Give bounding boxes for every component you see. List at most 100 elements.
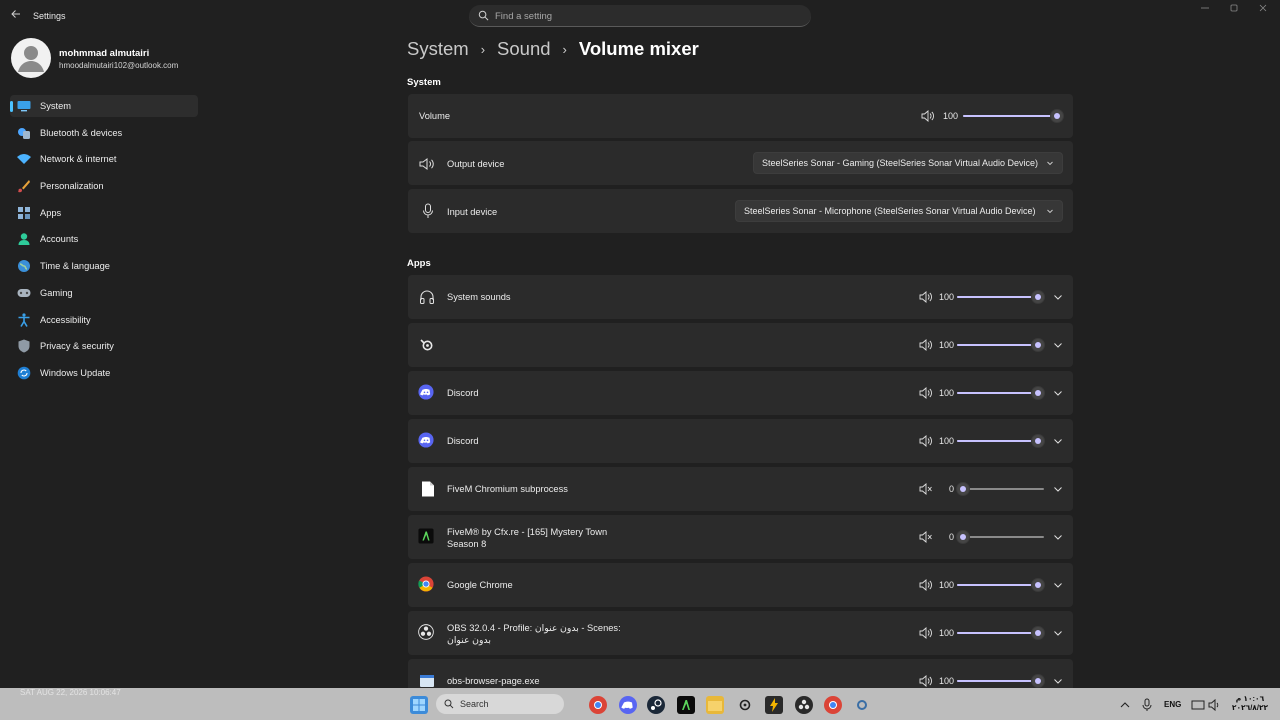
avatar[interactable] <box>11 38 51 78</box>
breadcrumb-sound[interactable]: Sound <box>497 38 551 60</box>
chevron-down-icon[interactable] <box>1052 435 1064 447</box>
chevron-down-icon[interactable] <box>1052 387 1064 399</box>
chevron-down-icon[interactable] <box>1052 627 1064 639</box>
app-volume-slider[interactable] <box>957 290 1044 304</box>
chevron-down-icon[interactable] <box>1052 339 1064 351</box>
app-name: Google Chrome <box>447 580 513 590</box>
tray-network[interactable] <box>1191 696 1205 714</box>
speaker-icon[interactable] <box>919 627 933 639</box>
app-volume-slider[interactable] <box>957 386 1044 400</box>
taskbar-discord[interactable] <box>619 696 637 714</box>
slider-thumb[interactable] <box>1032 291 1044 303</box>
sidebar-item-system[interactable]: System <box>10 95 198 117</box>
sidebar-item-apps[interactable]: Apps <box>10 202 198 224</box>
apps-icon <box>17 206 31 220</box>
app-volume-slider[interactable] <box>957 338 1044 352</box>
slider-thumb[interactable] <box>1032 435 1044 447</box>
slider-thumb[interactable] <box>1032 579 1044 591</box>
slider-thumb[interactable] <box>957 531 969 543</box>
tray-clock[interactable]: ١٠:٠٦ م ٢٠٢٦/٨/٢٢ <box>1230 694 1270 712</box>
maximize-button[interactable] <box>1227 4 1241 16</box>
speaker-icon[interactable] <box>919 435 933 447</box>
master-volume-slider[interactable] <box>963 109 1063 123</box>
search-icon <box>444 699 454 709</box>
volume-value: 100 <box>942 111 958 121</box>
app-volume-slider[interactable] <box>957 434 1044 448</box>
sidebar-item-accessibility[interactable]: Accessibility <box>10 309 198 331</box>
taskbar-search[interactable]: Search <box>436 694 564 714</box>
sidebar-item-accounts[interactable]: Accounts <box>10 228 198 250</box>
slider-track <box>957 536 1044 538</box>
chevron-down-icon[interactable] <box>1052 675 1064 687</box>
microphone-icon <box>1142 698 1152 711</box>
app-volume-slider[interactable] <box>957 482 1044 496</box>
speaker-icon[interactable] <box>919 339 933 351</box>
speaker-icon[interactable] <box>919 579 933 591</box>
speaker-icon[interactable] <box>919 675 933 687</box>
taskbar-settings[interactable] <box>853 696 871 714</box>
slider-thumb[interactable] <box>1032 387 1044 399</box>
output-device-dropdown[interactable]: SteelSeries Sonar - Gaming (SteelSeries … <box>753 152 1063 174</box>
sidebar-item-time-language[interactable]: Time & language <box>10 255 198 277</box>
update-icon <box>17 366 31 380</box>
sidebar-item-label: Apps <box>40 207 62 218</box>
steam-icon <box>651 699 662 710</box>
chevron-down-icon[interactable] <box>1052 291 1064 303</box>
app-volume-slider[interactable] <box>957 578 1044 592</box>
sidebar-item-privacy[interactable]: Privacy & security <box>10 335 198 357</box>
sidebar-item-label: Privacy & security <box>40 341 114 352</box>
sidebar-item-windows-update[interactable]: Windows Update <box>10 362 198 384</box>
slider-fill <box>957 632 1038 634</box>
minimize-button[interactable] <box>1198 4 1212 16</box>
taskbar-chrome[interactable] <box>589 696 607 714</box>
app-name: obs-browser-page.exe <box>447 676 540 686</box>
app-volume-slider[interactable] <box>957 674 1044 688</box>
search-input[interactable] <box>495 8 795 24</box>
input-device-dropdown[interactable]: SteelSeries Sonar - Microphone (SteelSer… <box>735 200 1063 222</box>
close-button[interactable] <box>1256 4 1270 16</box>
slider-thumb[interactable] <box>1032 627 1044 639</box>
taskbar-app[interactable] <box>765 696 783 714</box>
taskbar-chrome-2[interactable] <box>824 696 842 714</box>
slider-thumb[interactable] <box>1032 675 1044 687</box>
sidebar-item-bluetooth[interactable]: Bluetooth & devices <box>10 122 198 144</box>
tray-volume[interactable] <box>1208 696 1222 714</box>
taskbar-file-explorer[interactable] <box>706 696 724 714</box>
tray-microphone[interactable] <box>1140 696 1154 714</box>
muted-speaker-icon[interactable] <box>919 483 933 495</box>
chevron-right-icon: › <box>562 41 567 57</box>
chevron-down-icon[interactable] <box>1052 531 1064 543</box>
taskbar-steelseries[interactable] <box>736 696 754 714</box>
minimize-icon <box>1201 7 1209 9</box>
slider-thumb[interactable] <box>957 483 969 495</box>
speaker-icon[interactable] <box>921 110 935 122</box>
speaker-icon[interactable] <box>919 291 933 303</box>
tray-chevron-up[interactable] <box>1118 696 1132 714</box>
slider-thumb[interactable] <box>1051 110 1063 122</box>
app-volume-slider[interactable] <box>957 626 1044 640</box>
breadcrumb-system[interactable]: System <box>407 38 469 60</box>
back-button[interactable] <box>8 8 24 24</box>
slider-thumb[interactable] <box>1032 339 1044 351</box>
lightning-icon <box>770 698 778 712</box>
chrome-icon <box>829 701 837 709</box>
chevron-right-icon: › <box>480 41 486 57</box>
sidebar-item-network[interactable]: Network & internet <box>10 148 198 170</box>
start-button[interactable] <box>410 696 428 714</box>
muted-speaker-icon[interactable] <box>919 531 933 543</box>
search-box[interactable] <box>469 5 811 27</box>
sidebar-item-label: Windows Update <box>40 367 111 378</box>
taskbar-fivem[interactable] <box>677 696 695 714</box>
taskbar-steam[interactable] <box>647 696 665 714</box>
speaker-icon[interactable] <box>919 387 933 399</box>
sidebar-item-gaming[interactable]: Gaming <box>10 282 198 304</box>
taskbar-obs[interactable] <box>795 696 813 714</box>
section-title-system: System <box>407 77 441 88</box>
chevron-down-icon[interactable] <box>1052 579 1064 591</box>
tray-language[interactable]: ENG <box>1164 700 1181 709</box>
app-row-discord-2: Discord 100 <box>408 419 1073 463</box>
sidebar-item-personalization[interactable]: Personalization <box>10 175 198 197</box>
chevron-down-icon[interactable] <box>1052 483 1064 495</box>
app-volume-slider[interactable] <box>957 530 1044 544</box>
chevron-down-icon <box>1047 209 1053 214</box>
